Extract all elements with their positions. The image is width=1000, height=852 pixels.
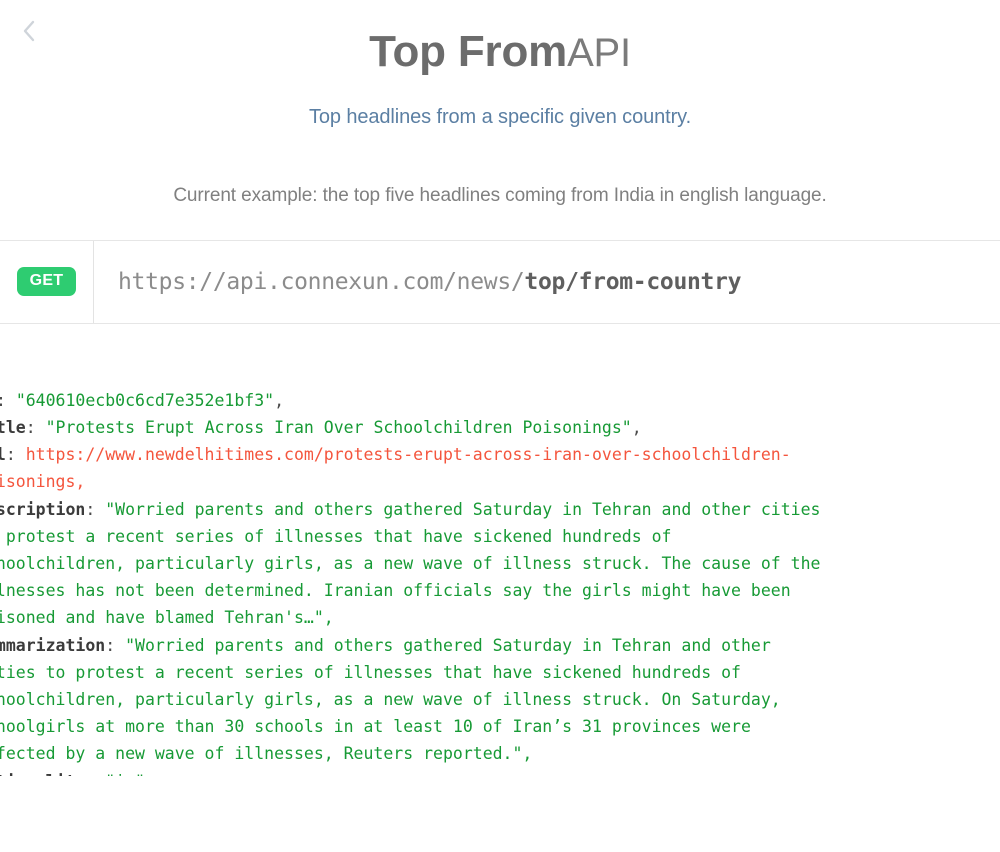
method-cell: GET: [0, 240, 94, 323]
json-line: choolchildren, particularly girls, as a …: [0, 550, 820, 577]
json-token-str: "Worried parents and others gathered Sat…: [105, 499, 821, 519]
json-line: llnesses has not been determined. Irania…: [0, 577, 820, 604]
json-token-punct: :: [0, 391, 16, 410]
page-example-note: Current example: the top five headlines …: [173, 184, 827, 206]
json-line: ities to protest a recent series of illn…: [0, 659, 820, 686]
json-line: itle: "Protests Erupt Across Iran Over S…: [0, 414, 820, 441]
json-token-str: "Protests Erupt Across Iran Over Schoolc…: [45, 418, 632, 438]
page-title-light: API: [567, 31, 631, 75]
json-line: d: "640610ecb0c6cd7e352e1bf3",: [0, 387, 820, 414]
page-title-strong: Top From: [369, 27, 568, 76]
json-token-str: ities to protest a recent series of illn…: [0, 662, 741, 682]
json-token-key: ationality: [0, 772, 85, 776]
json-token-punct: :: [85, 499, 106, 519]
json-token-punct: :: [25, 418, 46, 438]
json-token-key: ummarization: [0, 635, 106, 655]
json-line: ationality: "in",: [0, 768, 820, 776]
json-token-key: escription: [0, 499, 86, 519]
endpoint-url: https://api.connexun.com/news/top/from-c…: [118, 269, 741, 295]
json-token-punct: :: [85, 772, 105, 776]
json-token-str: llnesses has not been determined. Irania…: [0, 581, 791, 601]
json-token-str: o protest a recent series of illnesses t…: [0, 526, 672, 546]
json-line: escription: "Worried parents and others …: [0, 496, 820, 523]
page-header: Top FromAPI Top headlines from a specifi…: [0, 0, 1000, 207]
page-subtitle: Top headlines from a specific given coun…: [308, 105, 692, 128]
json-token-str: choolchildren, particularly girls, as a …: [0, 554, 821, 574]
endpoint-url-prefix: https://api.connexun.com/news/: [118, 268, 525, 295]
json-token-str: ffected by a new wave of illnesses, Reut…: [0, 744, 533, 764]
json-line: choolchildren, particularly girls, as a …: [0, 686, 820, 713]
json-line: rl: https://www.newdelhitimes.com/protes…: [0, 441, 820, 468]
http-method-badge[interactable]: GET: [16, 267, 77, 297]
json-token-str: choolgirls at more than 30 schools in at…: [0, 717, 751, 737]
json-token-punct: ,: [631, 418, 642, 438]
json-token-key: itle: [0, 418, 26, 438]
endpoint-url-path: top/from-country: [524, 268, 742, 295]
json-line: ffected by a new wave of illnesses, Reut…: [0, 740, 820, 767]
json-line: oisoned and have blamed Tehran's…",: [0, 604, 820, 631]
back-button[interactable]: [12, 14, 46, 48]
json-line: o protest a recent series of illnesses t…: [0, 523, 820, 550]
json-line: choolgirls at more than 30 schools in at…: [0, 713, 820, 740]
json-token-str: oisoned and have blamed Tehran's…",: [0, 608, 334, 628]
json-token-url: https://www.newdelhitimes.com/protests-e…: [25, 445, 791, 465]
page-title: Top FromAPI: [0, 26, 1000, 78]
json-token-str: choolchildren, particularly girls, as a …: [0, 689, 781, 709]
json-token-url: ,: [75, 472, 86, 492]
endpoint-url-cell[interactable]: https://api.connexun.com/news/top/from-c…: [94, 241, 1000, 323]
json-token-punct: ,: [274, 390, 285, 410]
json-line: oisonings,: [0, 468, 820, 495]
json-token-punct: :: [105, 635, 126, 655]
json-token-str: "Worried parents and others gathered Sat…: [125, 635, 771, 655]
response-body-panel[interactable]: d: "640610ecb0c6cd7e352e1bf3",itle: "Pro…: [0, 323, 1000, 776]
json-token-str: "in": [105, 772, 145, 776]
json-token-punct: ,: [145, 772, 155, 776]
chevron-left-icon: [22, 20, 36, 42]
json-line: ummarization: "Worried parents and other…: [0, 632, 820, 659]
endpoint-bar: GET https://api.connexun.com/news/top/fr…: [0, 239, 1000, 324]
json-token-punct: :: [5, 445, 26, 465]
json-token-url: oisonings: [0, 472, 76, 492]
json-token-str: "640610ecb0c6cd7e352e1bf3": [15, 390, 275, 410]
json-response-code: d: "640610ecb0c6cd7e352e1bf3",itle: "Pro…: [0, 387, 820, 776]
